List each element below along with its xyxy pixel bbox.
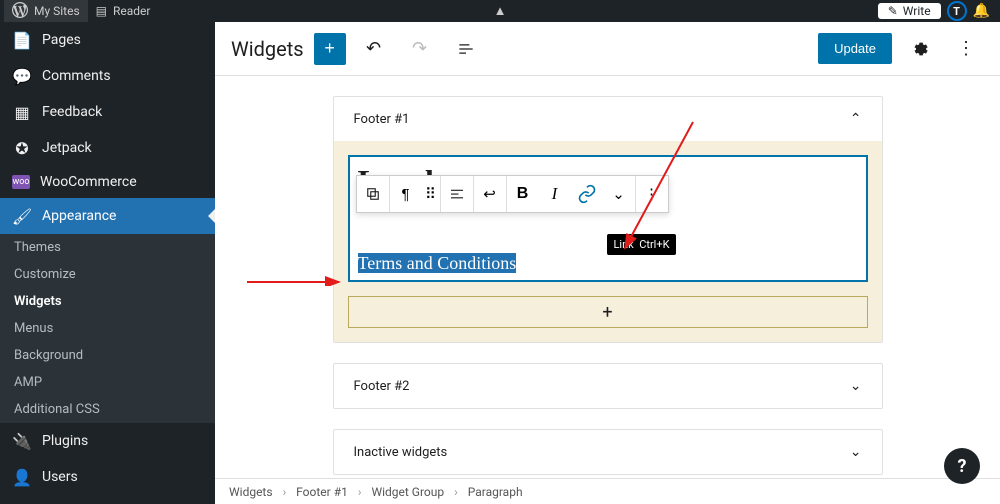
submenu-customize[interactable]: Customize xyxy=(0,261,215,288)
sidebar-item-pages[interactable]: 📄 Pages xyxy=(0,22,215,58)
sidebar-item-feedback[interactable]: ▦ Feedback xyxy=(0,94,215,130)
italic-button[interactable]: I xyxy=(539,176,571,212)
breadcrumb-item[interactable]: Paragraph xyxy=(468,485,523,499)
widget-area-inactive: Inactive widgets ⌄ xyxy=(333,429,883,475)
widget-area-body: Legal ¶ ⠿ xyxy=(334,141,882,342)
users-icon: 👤 xyxy=(12,467,32,487)
align-button[interactable] xyxy=(441,176,473,212)
reader-btn[interactable]: ▤ Reader xyxy=(88,0,159,22)
reader-label: Reader xyxy=(113,4,150,18)
submenu-additional-css[interactable]: Additional CSS xyxy=(0,396,215,423)
help-button[interactable]: ? xyxy=(944,448,980,484)
widget-group-block[interactable]: Legal ¶ ⠿ xyxy=(348,155,868,282)
widget-area-header[interactable]: Footer #1 ⌃ xyxy=(334,97,882,141)
comments-icon: 💬 xyxy=(12,66,32,86)
sidebar-item-label: Comments xyxy=(42,68,111,84)
widget-area-footer-2: Footer #2 ⌄ xyxy=(333,363,883,409)
breadcrumb-item[interactable]: Footer #1 xyxy=(296,485,348,499)
options-button[interactable]: ⋮ xyxy=(948,31,984,67)
widget-area-header[interactable]: Footer #2 ⌄ xyxy=(334,364,882,408)
list-view-button[interactable] xyxy=(448,31,484,67)
drag-handle-button[interactable] xyxy=(357,176,389,212)
woo-icon: woo xyxy=(12,175,30,189)
sidebar-item-label: WooCommerce xyxy=(40,174,137,190)
editor-topbar: Widgets + ↶ ↷ Update ⋮ xyxy=(215,22,1000,76)
sidebar-item-woocommerce[interactable]: woo WooCommerce xyxy=(0,166,215,198)
sidebar-item-users[interactable]: 👤 Users xyxy=(0,459,215,495)
widget-area-title: Footer #2 xyxy=(354,379,410,394)
submenu-widgets[interactable]: Widgets xyxy=(0,288,215,315)
paragraph-transform-button[interactable]: ¶ xyxy=(390,176,422,212)
redo-button[interactable]: ↷ xyxy=(402,31,438,67)
wordpress-icon xyxy=(12,2,28,21)
chevron-down-icon: ⌄ xyxy=(850,378,862,394)
admin-sidebar: 📄 Pages 💬 Comments ▦ Feedback ✪ Jetpack … xyxy=(0,22,215,504)
submenu-themes[interactable]: Themes xyxy=(0,234,215,261)
sidebar-item-label: Feedback xyxy=(42,104,102,120)
bold-button[interactable]: B xyxy=(507,176,539,212)
chevron-right-icon: › xyxy=(454,485,458,499)
undo-button[interactable]: ↶ xyxy=(356,31,392,67)
pencil-icon: ✎ xyxy=(888,4,898,18)
submenu-menus[interactable]: Menus xyxy=(0,315,215,342)
sidebar-item-appearance[interactable]: 🖌 Appearance xyxy=(0,198,215,234)
sidebar-item-tools[interactable]: 🔧 Tools xyxy=(0,495,215,504)
sidebar-item-jetpack[interactable]: ✪ Jetpack xyxy=(0,130,215,166)
paragraph-selected-text: Terms and Conditions xyxy=(358,253,517,273)
submenu-background[interactable]: Background xyxy=(0,342,215,369)
chevron-down-icon: ⌄ xyxy=(850,444,862,460)
feedback-icon: ▦ xyxy=(12,102,32,122)
block-breadcrumb: Widgets › Footer #1 › Widget Group › Par… xyxy=(215,478,1000,504)
widget-area-title: Footer #1 xyxy=(354,112,410,127)
annotation-arrow xyxy=(245,256,345,286)
chevron-up-icon: ⌃ xyxy=(850,111,862,127)
widget-area-footer-1: Footer #1 ⌃ Legal xyxy=(333,96,883,343)
chevron-right-icon: › xyxy=(283,485,287,499)
breadcrumb-item[interactable]: Widgets xyxy=(229,485,273,499)
notifications-icon[interactable]: 🔔 xyxy=(973,3,990,19)
sidebar-item-label: Pages xyxy=(42,32,81,48)
settings-button[interactable] xyxy=(902,31,938,67)
link-button[interactable] xyxy=(571,176,603,212)
annotation-arrow xyxy=(615,120,695,255)
sidebar-item-label: Jetpack xyxy=(42,140,92,156)
appearance-submenu: Themes Customize Widgets Menus Backgroun… xyxy=(0,234,215,423)
appearance-icon: 🖌 xyxy=(12,206,32,226)
submenu-amp[interactable]: AMP xyxy=(0,369,215,396)
sidebar-item-comments[interactable]: 💬 Comments xyxy=(0,58,215,94)
plugins-icon: 🔌 xyxy=(12,431,32,451)
sidebar-item-label: Users xyxy=(42,469,78,485)
up-icon[interactable]: ▲ xyxy=(494,3,507,19)
reader-icon: ▤ xyxy=(96,4,107,18)
chevron-right-icon: › xyxy=(358,485,362,499)
editor-main: Widgets + ↶ ↷ Update ⋮ Footer #1 ⌃ xyxy=(215,22,1000,504)
write-btn[interactable]: ✎ Write xyxy=(878,3,941,19)
page-title: Widgets xyxy=(231,37,304,61)
add-block-button[interactable]: + xyxy=(314,33,346,65)
my-sites-label: My Sites xyxy=(34,4,80,18)
move-handle-button[interactable]: ⠿ xyxy=(422,176,440,212)
sidebar-item-label: Appearance xyxy=(42,208,116,224)
sidebar-item-label: Plugins xyxy=(42,433,88,449)
update-button[interactable]: Update xyxy=(818,33,892,64)
block-appender-button[interactable]: + xyxy=(348,296,868,328)
breadcrumb-item[interactable]: Widget Group xyxy=(371,485,444,499)
jetpack-icon: ✪ xyxy=(12,138,32,158)
widget-area-title: Inactive widgets xyxy=(354,445,448,460)
pages-icon: 📄 xyxy=(12,30,32,50)
widget-area-header[interactable]: Inactive widgets ⌄ xyxy=(334,430,882,474)
sidebar-item-plugins[interactable]: 🔌 Plugins xyxy=(0,423,215,459)
avatar[interactable]: T xyxy=(947,1,967,21)
admin-bar: My Sites ▤ Reader ▲ ✎ Write T 🔔 xyxy=(0,0,1000,22)
write-label: Write xyxy=(903,4,931,18)
text-direction-button[interactable]: ↩ xyxy=(474,176,506,212)
my-sites-btn[interactable]: My Sites xyxy=(4,0,88,22)
